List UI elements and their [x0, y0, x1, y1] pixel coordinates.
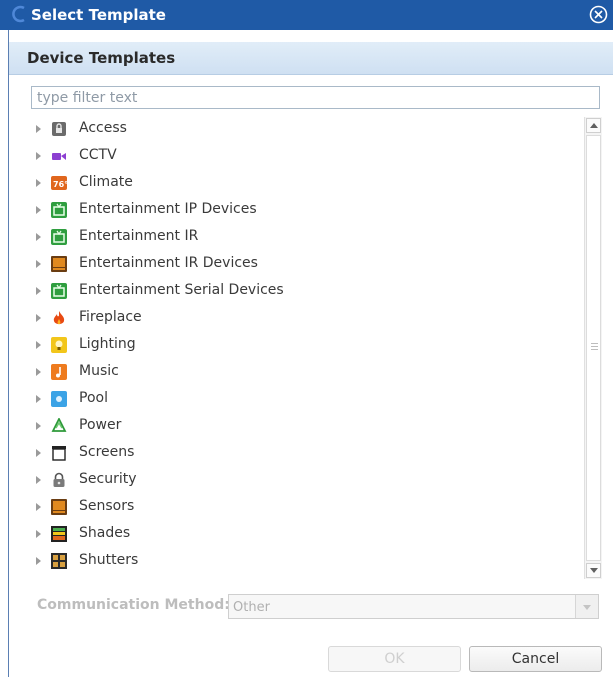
tree-item-label: Entertainment Serial Devices: [79, 282, 284, 298]
communication-method-select[interactable]: Other: [228, 594, 599, 619]
tv-icon: [51, 229, 67, 245]
monitor-icon: [51, 499, 67, 515]
tv-icon: [51, 202, 67, 218]
expand-arrow-icon[interactable]: [36, 152, 41, 160]
tree-item-label: Music: [79, 363, 119, 379]
tree-item-label: Entertainment IR Devices: [79, 255, 258, 271]
tree-item-security[interactable]: Security: [31, 468, 571, 494]
tree-item-sensors[interactable]: Sensors: [31, 495, 571, 521]
select-template-dialog: Select Template Device Templates Access …: [0, 0, 613, 677]
template-tree[interactable]: Access CCTV 76° Climate Entertainment IP…: [31, 115, 584, 581]
tree-item-lighting[interactable]: Lighting: [31, 333, 571, 359]
expand-arrow-icon[interactable]: [36, 557, 41, 565]
tree-item-climate[interactable]: 76° Climate: [31, 171, 571, 197]
filter-input[interactable]: [32, 87, 599, 108]
close-icon[interactable]: [589, 5, 608, 24]
communication-method-label: Communication Method:: [37, 597, 230, 613]
tree-item-label: Power: [79, 417, 122, 433]
tree-item-power[interactable]: Power: [31, 414, 571, 440]
monitor-icon: [51, 256, 67, 272]
cancel-button[interactable]: Cancel: [469, 646, 602, 672]
tree-item-label: Pool: [79, 390, 108, 406]
communication-method-value: Other: [233, 600, 270, 615]
expand-arrow-icon[interactable]: [36, 233, 41, 241]
expand-arrow-icon[interactable]: [36, 530, 41, 538]
dialog-border: [8, 30, 9, 677]
recycle-icon: [51, 418, 67, 432]
tree-item-label: CCTV: [79, 147, 117, 163]
tree-item-label: Entertainment IR: [79, 228, 199, 244]
tree-item-pool[interactable]: Pool: [31, 387, 571, 413]
tree-item-label: Shades: [79, 525, 131, 541]
app-logo-icon: [12, 5, 25, 23]
tree-item-music[interactable]: Music: [31, 360, 571, 386]
tree-item-shades[interactable]: Shades: [31, 522, 571, 548]
tree-scrollbar[interactable]: [584, 117, 602, 579]
scroll-thumb[interactable]: [586, 135, 601, 561]
thermostat-icon: 76°: [51, 176, 67, 190]
expand-arrow-icon[interactable]: [36, 368, 41, 376]
ok-button[interactable]: OK: [328, 646, 461, 672]
chevron-down-icon[interactable]: [575, 595, 598, 618]
expand-arrow-icon[interactable]: [36, 395, 41, 403]
grip-icon: [591, 343, 598, 350]
tree-item-entertainment-ir[interactable]: Entertainment IR: [31, 225, 571, 251]
tree-item-cctv[interactable]: CCTV: [31, 144, 571, 170]
svg-text:76°: 76°: [53, 180, 67, 189]
tree-item-label: Screens: [79, 444, 135, 460]
expand-arrow-icon[interactable]: [36, 341, 41, 349]
expand-arrow-icon[interactable]: [36, 206, 41, 214]
tree-item-access[interactable]: Access: [31, 117, 571, 143]
scroll-up-arrow-icon[interactable]: [586, 118, 601, 133]
tree-item-label: Entertainment IP Devices: [79, 201, 257, 217]
lock-box-icon: [52, 122, 66, 136]
tree-item-label: Security: [79, 471, 137, 487]
tree-item-label: Sensors: [79, 498, 135, 514]
expand-arrow-icon[interactable]: [36, 476, 41, 484]
section-title: Device Templates: [27, 49, 176, 67]
tree-item-entertainment-ip-devices[interactable]: Entertainment IP Devices: [31, 198, 571, 224]
expand-arrow-icon[interactable]: [36, 125, 41, 133]
expand-arrow-icon[interactable]: [36, 449, 41, 457]
scroll-down-arrow-icon[interactable]: [586, 563, 601, 578]
expand-arrow-icon[interactable]: [36, 260, 41, 268]
shades-icon: [51, 526, 67, 542]
expand-arrow-icon[interactable]: [36, 314, 41, 322]
expand-arrow-icon[interactable]: [36, 422, 41, 430]
flame-icon: [53, 311, 65, 325]
section-header: Device Templates: [9, 42, 613, 75]
title-bar[interactable]: Select Template: [0, 0, 613, 30]
window-title: Select Template: [31, 6, 166, 24]
screen-icon: [52, 446, 66, 461]
expand-arrow-icon[interactable]: [36, 287, 41, 295]
camera-icon: [52, 153, 66, 160]
filter-field[interactable]: [31, 86, 600, 109]
tree-item-fireplace[interactable]: Fireplace: [31, 306, 571, 332]
bulb-icon: [51, 337, 67, 353]
expand-arrow-icon[interactable]: [36, 179, 41, 187]
tree-item-entertainment-serial-devices[interactable]: Entertainment Serial Devices: [31, 279, 571, 305]
tree-item-shutters[interactable]: Shutters: [31, 549, 571, 575]
tree-item-label: Access: [79, 120, 127, 136]
tree-item-label: Shutters: [79, 552, 139, 568]
tree-item-label: Fireplace: [79, 309, 142, 325]
expand-arrow-icon[interactable]: [36, 503, 41, 511]
tree-item-label: Lighting: [79, 336, 136, 352]
padlock-icon: [53, 472, 65, 487]
tv-icon: [51, 283, 67, 299]
tree-item-label: Climate: [79, 174, 133, 190]
music-note-icon: [51, 364, 67, 380]
shutters-icon: [51, 553, 67, 569]
tree-item-entertainment-ir-devices[interactable]: Entertainment IR Devices: [31, 252, 571, 278]
pool-icon: [51, 391, 67, 407]
tree-item-screens[interactable]: Screens: [31, 441, 571, 467]
